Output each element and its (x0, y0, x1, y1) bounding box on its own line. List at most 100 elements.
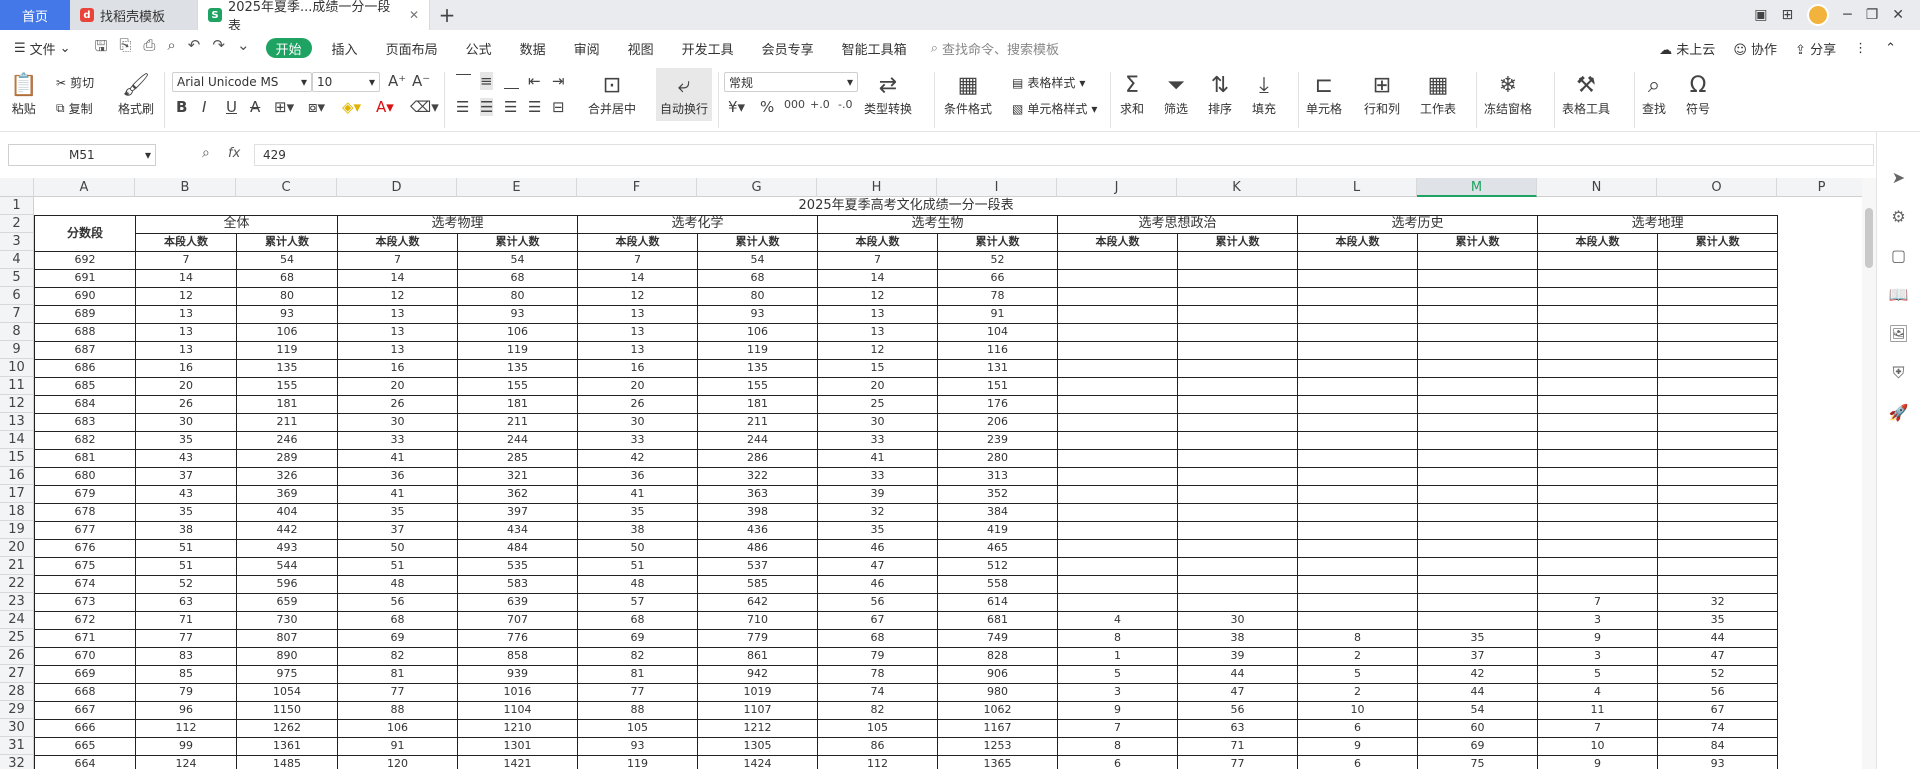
cell[interactable]: 280 (937, 448, 1058, 468)
column-header-I[interactable]: I (937, 178, 1057, 197)
group-header-5[interactable]: 选考历史 (1297, 214, 1538, 234)
cell[interactable]: 686 (34, 358, 136, 378)
cell[interactable] (1177, 376, 1298, 396)
cell[interactable]: 1104 (457, 700, 578, 720)
cell[interactable]: 37 (135, 466, 237, 486)
cell[interactable] (1177, 268, 1298, 288)
cell[interactable]: 5 (1297, 664, 1418, 684)
row-header-23[interactable]: 23 (0, 593, 33, 611)
cell[interactable] (1656, 412, 1779, 432)
cell[interactable]: 38 (1177, 628, 1298, 648)
row-header-26[interactable]: 26 (0, 647, 33, 665)
cell[interactable]: 1062 (937, 700, 1058, 720)
cell[interactable]: 690 (34, 286, 136, 306)
save-icon[interactable]: 🖫 (95, 36, 108, 61)
cell[interactable] (1778, 467, 1862, 485)
cell[interactable] (1417, 466, 1538, 486)
cell[interactable]: 685 (34, 376, 136, 396)
align-right-icon[interactable]: ☰ (504, 98, 517, 116)
cell[interactable]: 80 (697, 286, 818, 306)
close-tab-icon[interactable]: ✕ (409, 8, 419, 22)
cell[interactable]: 36 (337, 466, 458, 486)
cell[interactable]: 668 (34, 682, 136, 702)
row-header-12[interactable]: 12 (0, 395, 33, 413)
cell[interactable]: 46 (817, 574, 938, 594)
cell[interactable] (1057, 556, 1178, 576)
cell[interactable] (1057, 286, 1178, 306)
cell[interactable]: 7 (135, 250, 237, 270)
cell[interactable]: 93 (457, 304, 578, 324)
sub-header-count[interactable]: 本段人数 (337, 232, 458, 252)
cell[interactable] (1177, 556, 1298, 576)
cell[interactable] (1537, 394, 1658, 414)
cell[interactable] (1417, 448, 1538, 468)
cell[interactable]: 544 (236, 556, 338, 576)
cell[interactable]: 176 (937, 394, 1058, 414)
cell[interactable] (1057, 592, 1178, 612)
cell[interactable]: 206 (937, 412, 1058, 432)
cell[interactable] (1417, 538, 1538, 558)
cell[interactable]: 583 (457, 574, 578, 594)
cell[interactable]: 681 (34, 448, 136, 468)
row-header-7[interactable]: 7 (0, 305, 33, 323)
cell[interactable]: 35 (135, 430, 237, 450)
row-header-10[interactable]: 10 (0, 359, 33, 377)
cell[interactable] (1656, 430, 1779, 450)
cell[interactable]: 44 (1177, 664, 1298, 684)
collaborate-button[interactable]: ☺ 协作 (1733, 39, 1777, 58)
cell[interactable]: 32 (817, 502, 938, 522)
cell[interactable]: 384 (937, 502, 1058, 522)
cell[interactable]: 11 (1537, 700, 1658, 720)
cell[interactable]: 42 (1417, 664, 1538, 684)
cell[interactable] (1057, 538, 1178, 558)
cut-button[interactable]: ✂ 剪切 (56, 74, 94, 91)
cell[interactable] (1057, 466, 1178, 486)
cell[interactable] (1537, 322, 1658, 342)
sub-header-count[interactable]: 本段人数 (1057, 232, 1178, 252)
freeze-panes-button[interactable]: ❄ 冻结窗格 (1484, 72, 1532, 117)
cell[interactable]: 35 (135, 502, 237, 522)
cell[interactable]: 77 (1177, 754, 1298, 769)
menu-tab-developer[interactable]: 开发工具 (668, 30, 748, 66)
cell[interactable]: 9 (1057, 700, 1178, 720)
cell[interactable]: 82 (337, 646, 458, 666)
cell[interactable]: 51 (135, 556, 237, 576)
cell[interactable]: 828 (937, 646, 1058, 666)
cell[interactable]: 13 (577, 304, 698, 324)
cell[interactable]: 1485 (236, 754, 338, 769)
cell[interactable] (1057, 430, 1178, 450)
cell[interactable] (1177, 286, 1298, 306)
cell[interactable]: 119 (236, 340, 338, 360)
cell[interactable]: 77 (135, 628, 237, 648)
tab-home[interactable]: 首页 (0, 0, 70, 30)
row-col-button[interactable]: ⊞ 行和列 (1364, 72, 1400, 117)
symbol-button[interactable]: Ω 符号 (1686, 72, 1710, 117)
sub-header-cumulative[interactable]: 累计人数 (697, 232, 818, 252)
cell[interactable]: 585 (697, 574, 818, 594)
cell[interactable] (1537, 412, 1658, 432)
column-header-G[interactable]: G (697, 178, 817, 197)
cell[interactable]: 313 (937, 466, 1058, 486)
cell[interactable]: 68 (577, 610, 698, 630)
cell[interactable] (1778, 431, 1862, 449)
undo-icon[interactable]: ↶ (188, 36, 201, 61)
cell[interactable]: 46 (817, 538, 938, 558)
font-shrink-icon[interactable]: A⁻ (412, 72, 430, 90)
cell[interactable]: 419 (937, 520, 1058, 540)
cell[interactable] (1656, 484, 1779, 504)
row-header-25[interactable]: 25 (0, 629, 33, 647)
cell[interactable]: 86 (817, 736, 938, 756)
cell[interactable]: 20 (337, 376, 458, 396)
cell[interactable] (1656, 340, 1779, 360)
layout-icon[interactable]: ▣ (1754, 7, 1767, 23)
image-icon[interactable]: 🖼 (1888, 324, 1908, 343)
decrease-decimal-icon[interactable]: -.0 (838, 98, 852, 111)
cell[interactable]: 26 (577, 394, 698, 414)
fill-button[interactable]: ⤓ 填充 (1252, 72, 1276, 117)
row-header-5[interactable]: 5 (0, 269, 33, 287)
command-search[interactable]: ⌕ 查找命令、搜索模板 (921, 39, 1059, 58)
cell[interactable]: 665 (34, 736, 136, 756)
row-header-1[interactable]: 1 (0, 197, 33, 215)
cell[interactable]: 48 (337, 574, 458, 594)
cell[interactable] (1778, 593, 1862, 611)
